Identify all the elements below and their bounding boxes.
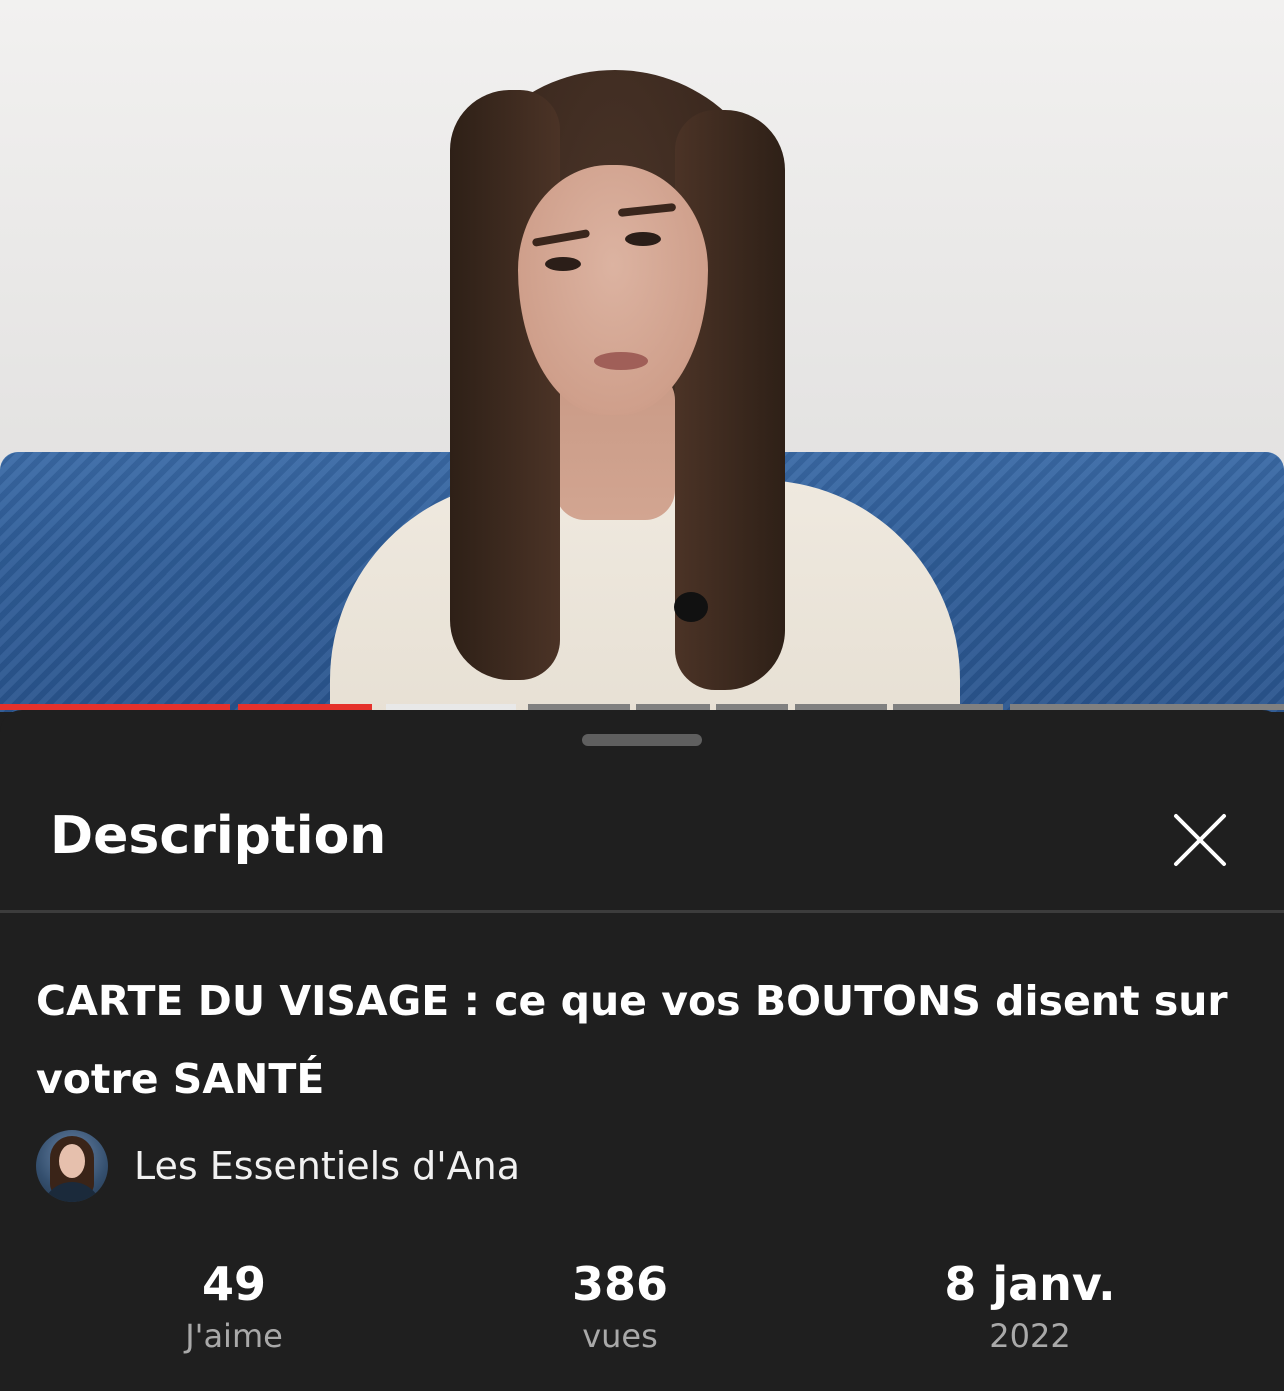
video-frame-presenter xyxy=(300,70,1000,712)
likes-count: 49 xyxy=(201,1257,266,1311)
stat-views: 386 vues xyxy=(520,1256,720,1358)
avatar[interactable] xyxy=(36,1130,108,1202)
description-sheet: Description CARTE DU VISAGE : ce que vos… xyxy=(0,710,1284,1391)
avatar-face xyxy=(59,1144,85,1178)
video-player[interactable] xyxy=(0,0,1284,712)
views-count: 386 xyxy=(571,1257,669,1311)
presenter-eye xyxy=(625,232,661,246)
publish-year: 2022 xyxy=(989,1317,1071,1355)
publish-date: 8 janv. xyxy=(944,1257,1116,1311)
sheet-drag-handle[interactable] xyxy=(582,734,702,746)
video-stats: 49 J'aime 386 vues 8 janv. 2022 xyxy=(0,1256,1284,1366)
lavalier-mic xyxy=(674,592,708,622)
stat-date: 8 janv. 2022 xyxy=(900,1256,1160,1358)
likes-label: J'aime xyxy=(185,1317,283,1355)
presenter-eye xyxy=(545,257,581,271)
channel-name[interactable]: Les Essentiels d'Ana xyxy=(134,1144,520,1188)
video-title: CARTE DU VISAGE : ce que vos BOUTONS dis… xyxy=(36,977,1228,1103)
channel-row[interactable]: Les Essentiels d'Ana xyxy=(36,1130,520,1202)
presenter-hair-left xyxy=(450,90,560,680)
close-icon xyxy=(1174,814,1226,866)
presenter-mouth xyxy=(594,352,648,370)
close-button[interactable] xyxy=(1166,806,1234,874)
sheet-title: Description xyxy=(50,806,387,866)
stat-likes: 49 J'aime xyxy=(134,1256,334,1358)
views-label: vues xyxy=(582,1317,658,1355)
header-divider xyxy=(0,910,1284,913)
